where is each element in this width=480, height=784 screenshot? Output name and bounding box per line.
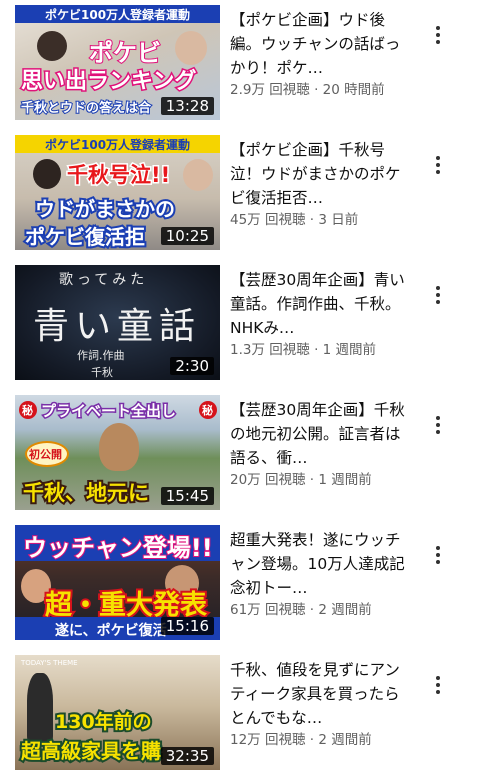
view-count: 1.3万 回視聴 [230,342,310,358]
separator: · [309,602,315,618]
video-duration: 32:35 [160,747,214,765]
video-duration: 15:45 [160,487,214,505]
thumbnail-caption: ポケビ100万人登録者運動 [45,8,191,22]
upload-age: 1 週間前 [318,472,372,488]
thumbnail-caption: 秘 [22,404,33,417]
thumbnail-caption: 初公開 [29,448,62,461]
video-item[interactable]: ポケビ100万人登録者運動 ポケビ 思い出ランキング 千秋とウドの答えは合 13… [0,5,480,123]
more-vert-icon[interactable] [426,543,450,567]
thumbnail-caption: 遂に、ポケビ復活 [55,623,167,639]
video-list: ポケビ100万人登録者運動 ポケビ 思い出ランキング 千秋とウドの答えは合 13… [0,0,480,784]
video-thumbnail[interactable]: 秘 プライベート全出し 秘 初公開 千秋、地元に 15:45 [15,395,220,510]
thumbnail-caption: 思い出ランキング [19,68,197,96]
view-count: 2.9万 回視聴 [230,82,310,98]
person-figure [99,423,139,471]
video-duration: 10:25 [160,227,214,245]
video-stats: 12万 回視聴 · 2 週間前 [230,731,405,749]
person-head [37,31,67,61]
video-title[interactable]: 【ポケビ企画】千秋号泣！ウドがまさかのポケビ復活拒否… [230,138,405,210]
video-duration: 2:30 [170,357,214,375]
view-count: 45万 回視聴 [230,212,306,228]
person-figure [27,673,53,743]
video-thumbnail[interactable]: 歌ってみた 青い童話 作詞.作曲 千秋 2:30 [15,265,220,380]
more-vert-icon[interactable] [426,23,450,47]
view-count: 61万 回視聴 [230,602,306,618]
thumbnail-caption: 秘 [202,404,213,417]
video-item[interactable]: 秘 プライベート全出し 秘 初公開 千秋、地元に 15:45 【芸歴30周年企画… [0,395,480,513]
thumbnail-caption: 千秋 [91,366,113,379]
thumbnail-caption: プライベート全出し [39,401,177,422]
upload-age: 2 週間前 [318,732,372,748]
video-thumbnail[interactable]: TODAY'S THEME 130年前の 超高級家具を購 32:35 [15,655,220,770]
video-title[interactable]: 千秋、値段を見ずにアンティーク家具を買ったらとんでもな… [230,658,405,730]
more-vert-icon[interactable] [426,673,450,697]
video-title[interactable]: 【芸歴30周年企画】千秋の地元初公開。証言者は語る、衝… [230,398,405,470]
view-count: 12万 回視聴 [230,732,306,748]
video-title[interactable]: 【芸歴30周年企画】青い童話。作詞作曲、千秋。NHKみ… [230,268,405,340]
person-head [183,159,213,191]
video-stats: 61万 回視聴 · 2 週間前 [230,601,405,619]
separator: · [309,212,315,228]
thumbnail-caption: 歌ってみた [59,272,149,288]
video-duration: 13:28 [160,97,214,115]
view-count: 20万 回視聴 [230,472,306,488]
video-item[interactable]: TODAY'S THEME 130年前の 超高級家具を購 32:35 千秋、値段… [0,655,480,773]
video-meta[interactable]: 【ポケビ企画】ウド後編。ウッチャンの話ばっかり！ポケ… 2.9万 回視聴 · 2… [230,8,405,99]
video-meta[interactable]: 【芸歴30周年企画】千秋の地元初公開。証言者は語る、衝… 20万 回視聴 · 1… [230,398,405,489]
thumbnail-caption: 千秋号泣!! [65,162,171,189]
video-item[interactable]: 歌ってみた 青い童話 作詞.作曲 千秋 2:30 【芸歴30周年企画】青い童話。… [0,265,480,383]
person-head [175,31,207,65]
thumbnail-caption: ポケビ復活拒 [23,223,147,250]
thumbnail-caption: ウドがまさかの [33,195,177,223]
separator: · [314,82,319,98]
video-stats: 20万 回視聴 · 1 週間前 [230,471,405,489]
upload-age: 1 週間前 [322,342,377,358]
video-meta[interactable]: 千秋、値段を見ずにアンティーク家具を買ったらとんでもな… 12万 回視聴 · 2… [230,658,405,749]
video-meta[interactable]: 超重大発表！遂にウッチャン登場。10万人達成記念初トー… 61万 回視聴 · 2… [230,528,405,619]
thumbnail-caption: 千秋とウドの答えは合 [20,100,152,117]
video-title[interactable]: 【ポケビ企画】ウド後編。ウッチャンの話ばっかり！ポケ… [230,8,405,80]
thumbnail-caption: ウッチャン登場!! [22,533,214,563]
upload-age: 3 日前 [318,212,359,228]
thumbnail-caption: 千秋、地元に [21,479,151,507]
video-title[interactable]: 超重大発表！遂にウッチャン登場。10万人達成記念初トー… [230,528,405,600]
upload-age: 2 週間前 [318,602,372,618]
more-vert-icon[interactable] [426,153,450,177]
person-head [33,159,61,189]
separator: · [309,732,315,748]
separator: · [314,342,319,358]
thumbnail-caption: 超高級家具を購 [19,737,163,765]
video-item[interactable]: ポケビ100万人登録者運動 千秋号泣!! ウドがまさかの ポケビ復活拒 10:2… [0,135,480,253]
thumbnail-caption: 作詞.作曲 [77,349,125,362]
thumbnail-caption: TODAY'S THEME [21,659,78,667]
video-thumbnail[interactable]: ポケビ100万人登録者運動 ポケビ 思い出ランキング 千秋とウドの答えは合 13… [15,5,220,120]
video-item[interactable]: ウッチャン登場!! 超・重大発表 遂に、ポケビ復活 15:16 超重大発表！遂に… [0,525,480,643]
video-stats: 2.9万 回視聴 · 20 時間前 [230,81,405,99]
video-stats: 1.3万 回視聴 · 1 週間前 [230,341,405,359]
upload-age: 20 時間前 [322,82,385,98]
more-vert-icon[interactable] [426,283,450,307]
video-meta[interactable]: 【ポケビ企画】千秋号泣！ウドがまさかのポケビ復活拒否… 45万 回視聴 · 3 … [230,138,405,229]
thumbnail-caption: 青い童話 [33,306,202,347]
video-thumbnail[interactable]: ポケビ100万人登録者運動 千秋号泣!! ウドがまさかの ポケビ復活拒 10:2… [15,135,220,250]
more-vert-icon[interactable] [426,413,450,437]
thumbnail-caption: 130年前の [53,709,154,735]
video-duration: 15:16 [160,617,214,635]
separator: · [309,472,315,488]
video-stats: 45万 回視聴 · 3 日前 [230,211,405,229]
video-meta[interactable]: 【芸歴30周年企画】青い童話。作詞作曲、千秋。NHKみ… 1.3万 回視聴 · … [230,268,405,359]
thumbnail-caption: ポケビ100万人登録者運動 [45,138,191,152]
video-thumbnail[interactable]: ウッチャン登場!! 超・重大発表 遂に、ポケビ復活 15:16 [15,525,220,640]
